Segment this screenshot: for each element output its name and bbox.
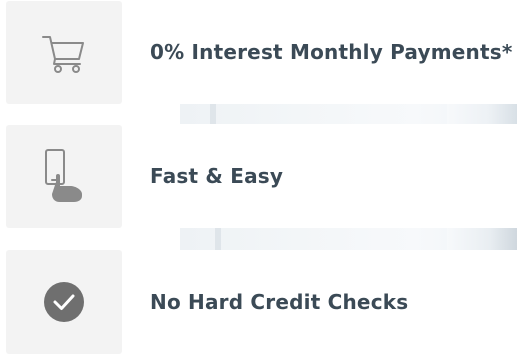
- shopping-cart-icon: [41, 31, 87, 73]
- feature-icon-tile: [6, 124, 122, 228]
- feature-card-interest: 0% Interest Monthly Payments*: [0, 0, 517, 104]
- background-photo-detail: [215, 228, 221, 250]
- feature-card-no-credit-check: No Hard Credit Checks: [0, 250, 517, 354]
- background-photo-detail: [447, 228, 517, 250]
- checkmark-circle-icon: [42, 280, 86, 324]
- feature-icon-tile: [6, 0, 122, 104]
- feature-card-fast-easy: Fast & Easy: [0, 124, 517, 228]
- feature-label: 0% Interest Monthly Payments*: [150, 40, 513, 64]
- feature-icon-tile: [6, 250, 122, 354]
- feature-label: Fast & Easy: [150, 164, 284, 188]
- background-photo-detail: [210, 104, 216, 124]
- phone-tap-hand-icon: [40, 148, 88, 204]
- background-photo-detail: [447, 104, 517, 124]
- feature-label: No Hard Credit Checks: [150, 290, 409, 314]
